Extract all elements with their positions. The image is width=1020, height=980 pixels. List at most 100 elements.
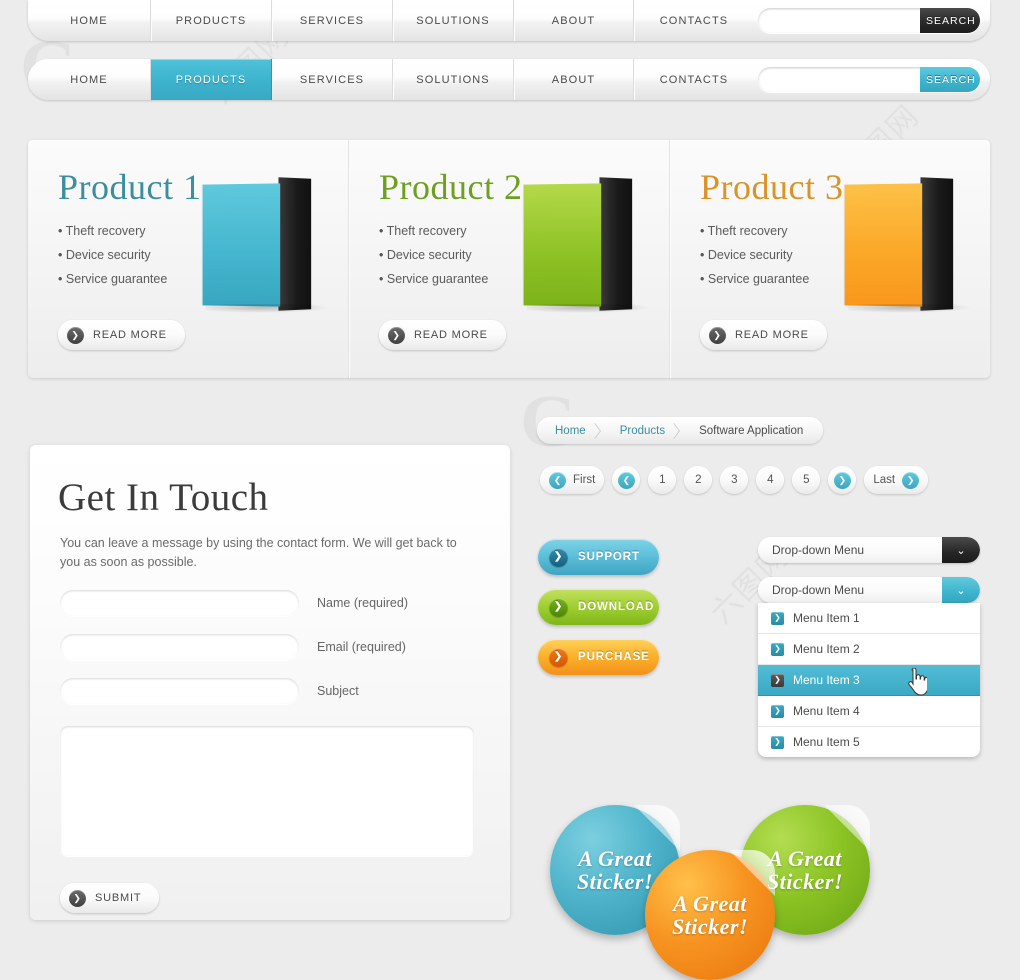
nav-bottom-item-products[interactable]: PRODUCTS — [151, 59, 272, 100]
pagination-page-5[interactable]: 5 — [792, 466, 821, 494]
navbar-bottom: HOME PRODUCTS SERVICES SOLUTIONS ABOUT C… — [28, 59, 990, 100]
contact-form-panel: Get In Touch You can leave a message by … — [30, 445, 510, 920]
sticker-peel-corner — [634, 805, 680, 851]
chevron-down-icon[interactable]: ⌄ — [942, 537, 980, 563]
pagination-prev-button[interactable]: ❮ — [612, 466, 641, 494]
action-button-group: ❯ SUPPORT ❯ DOWNLOAD ❯ PURCHASE — [538, 539, 659, 675]
search-input-top[interactable] — [758, 8, 920, 33]
breadcrumb-item-home[interactable]: Home — [541, 417, 606, 444]
read-more-label: READ MORE — [93, 329, 167, 341]
chevron-down-icon[interactable]: ⌄ — [942, 577, 980, 603]
breadcrumb-label: Software Application — [699, 424, 804, 437]
nav-top-search-area: SEARCH — [758, 0, 990, 41]
nav-top-item-solutions[interactable]: SOLUTIONS — [393, 0, 514, 41]
email-field[interactable] — [60, 634, 299, 660]
download-button[interactable]: ❯ DOWNLOAD — [538, 589, 659, 625]
nav-top-item-contacts[interactable]: CONTACTS — [634, 0, 754, 41]
pagination-page-2[interactable]: 2 — [684, 466, 713, 494]
box-shadow — [848, 304, 972, 313]
purchase-button[interactable]: ❯ PURCHASE — [538, 639, 659, 675]
product-card-1: Product 1 Theft recovery Device security… — [28, 140, 349, 378]
subject-field[interactable] — [60, 678, 299, 704]
dropdown-menu-item-1[interactable]: ❯ Menu Item 1 — [758, 603, 980, 634]
dropdown-item-label: Menu Item 4 — [793, 704, 860, 718]
nav-bottom-item-home[interactable]: HOME — [28, 59, 151, 100]
pagination-page-3[interactable]: 3 — [720, 466, 749, 494]
sticker-line-2: Sticker! — [766, 869, 844, 894]
nav-label: ABOUT — [551, 73, 596, 86]
dropdown-item-label: Menu Item 3 — [793, 673, 860, 687]
dropdown-open: Drop-down Menu ⌄ — [758, 577, 980, 603]
nav-top-item-home[interactable]: HOME — [28, 0, 151, 41]
dropdown-menu-item-2[interactable]: ❯ Menu Item 2 — [758, 634, 980, 665]
nav-label: PRODUCTS — [175, 14, 247, 27]
box-face — [844, 183, 923, 307]
message-textarea[interactable] — [60, 726, 474, 856]
breadcrumb-item-products[interactable]: Products — [606, 417, 685, 444]
sticker-line-1: A Great — [578, 845, 652, 871]
pagination: ❮ First ❮ 1 2 3 4 5 ❯ Last ❯ — [540, 466, 929, 494]
dropdown-menu-list: ❯ Menu Item 1 ❯ Menu Item 2 ❯ Menu Item … — [758, 603, 980, 757]
sticker-line-1: A Great — [673, 890, 747, 916]
name-field[interactable] — [60, 590, 299, 616]
sticker-line-2: Sticker! — [671, 914, 749, 939]
nav-bottom-item-contacts[interactable]: CONTACTS — [634, 59, 754, 100]
breadcrumb-item-current: Software Application — [685, 417, 819, 444]
nav-label: SERVICES — [299, 14, 365, 27]
nav-top-item-products[interactable]: PRODUCTS — [151, 0, 272, 41]
box-shadow — [206, 304, 330, 313]
chevron-right-icon: ❯ — [771, 611, 784, 625]
box-face — [202, 183, 281, 307]
nav-bottom-item-about[interactable]: ABOUT — [514, 59, 634, 100]
pagination-first-button[interactable]: ❮ First — [540, 466, 605, 494]
chevron-right-icon: ❯ — [69, 889, 86, 907]
nav-label: HOME — [70, 14, 108, 27]
dropdown-menu-item-4[interactable]: ❯ Menu Item 4 — [758, 696, 980, 727]
product-box-image — [202, 177, 332, 313]
pagination-next-button[interactable]: ❯ — [828, 466, 857, 494]
read-more-button-3[interactable]: ❯ READ MORE — [700, 320, 827, 350]
dropdown-item-label: Menu Item 2 — [793, 642, 860, 656]
search-input-bottom[interactable] — [758, 67, 920, 92]
dropdown-open-label: Drop-down Menu — [772, 583, 865, 597]
subject-field-label: Subject — [317, 684, 359, 698]
pagination-last-button[interactable]: Last ❯ — [864, 466, 929, 494]
pagination-first-label: First — [573, 474, 596, 486]
dropdown-closed-label: Drop-down Menu — [772, 543, 865, 557]
nav-bottom-item-services[interactable]: SERVICES — [272, 59, 393, 100]
field-row-email: Email (required) — [30, 634, 510, 660]
read-more-label: READ MORE — [735, 329, 809, 341]
read-more-button-2[interactable]: ❯ READ MORE — [379, 320, 506, 350]
pagination-page-4[interactable]: 4 — [756, 466, 785, 494]
products-panel: Product 1 Theft recovery Device security… — [28, 140, 990, 378]
dropdown-menu-item-3[interactable]: ❯ Menu Item 3 — [758, 665, 980, 696]
chevron-right-icon: ❯ — [771, 673, 784, 687]
page-title: Get In Touch — [58, 476, 269, 519]
read-more-button-1[interactable]: ❯ READ MORE — [58, 320, 185, 350]
field-row-name: Name (required) — [30, 590, 510, 616]
chevron-right-icon: ❯ — [549, 547, 568, 567]
dropdown-menu-item-5[interactable]: ❯ Menu Item 5 — [758, 727, 980, 757]
download-label: DOWNLOAD — [578, 601, 655, 613]
support-button[interactable]: ❯ SUPPORT — [538, 539, 659, 575]
product-box-image — [844, 177, 974, 313]
box-shadow — [527, 304, 651, 313]
pagination-last-label: Last — [873, 474, 896, 486]
box-spine — [599, 177, 633, 311]
dropdown-item-label: Menu Item 1 — [793, 611, 860, 625]
pagination-page-1[interactable]: 1 — [648, 466, 677, 494]
sticker-orange: A Great Sticker! — [645, 850, 775, 980]
dropdown-closed-trigger[interactable]: Drop-down Menu ⌄ — [758, 537, 980, 563]
nav-label: HOME — [70, 73, 108, 86]
nav-bottom-item-solutions[interactable]: SOLUTIONS — [393, 59, 514, 100]
nav-label: SERVICES — [299, 73, 365, 86]
product-card-3: Product 3 Theft recovery Device security… — [670, 140, 990, 378]
search-button-top[interactable]: SEARCH — [920, 8, 980, 33]
search-button-bottom[interactable]: SEARCH — [920, 67, 980, 92]
breadcrumb-label: Home — [555, 424, 586, 437]
nav-top-item-about[interactable]: ABOUT — [514, 0, 634, 41]
submit-button[interactable]: ❯ SUBMIT — [60, 883, 160, 913]
field-row-subject: Subject — [30, 678, 510, 704]
dropdown-open-trigger[interactable]: Drop-down Menu ⌄ — [758, 577, 980, 603]
nav-top-item-services[interactable]: SERVICES — [272, 0, 393, 41]
